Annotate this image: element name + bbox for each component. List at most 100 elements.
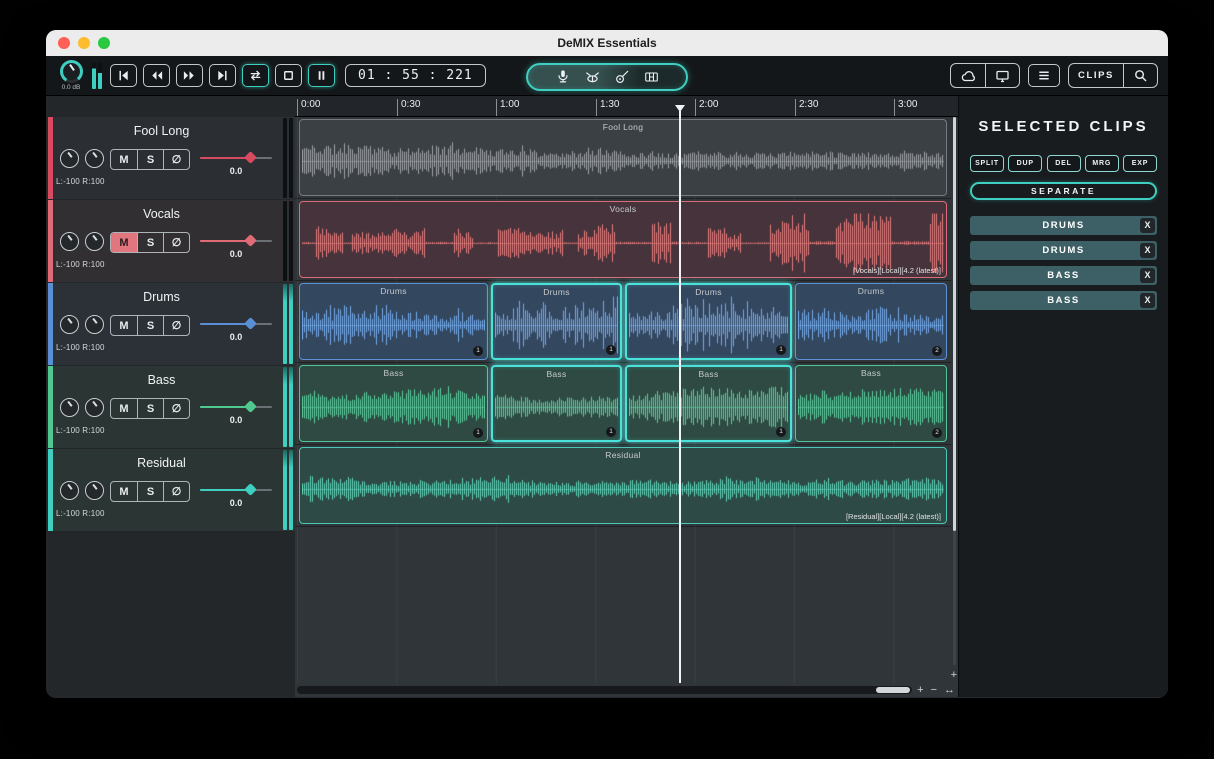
- track-header-residual[interactable]: Residual M S ∅ L:-100 R:100 0.0: [48, 449, 295, 531]
- time-display[interactable]: 01 : 55 : 221: [345, 64, 486, 87]
- timeline-ruler[interactable]: 0:00 0:30 1:00 1:30 2:00 2:30 3:00: [295, 96, 958, 117]
- duplicate-button[interactable]: DUP: [1008, 155, 1042, 172]
- remove-clip-button[interactable]: X: [1140, 218, 1155, 233]
- clip-badge[interactable]: 1: [473, 428, 483, 438]
- drums-icon[interactable]: [584, 69, 601, 85]
- remove-clip-button[interactable]: X: [1140, 243, 1155, 258]
- clip-badge[interactable]: 1: [606, 345, 616, 355]
- menu-button[interactable]: [1028, 64, 1060, 87]
- solo-button[interactable]: S: [137, 316, 163, 335]
- horizontal-scrollbar-thumb[interactable]: [876, 687, 910, 693]
- volume-slider[interactable]: [200, 236, 272, 246]
- clip-badge[interactable]: 2: [932, 346, 942, 356]
- slider-thumb[interactable]: [244, 317, 257, 330]
- track-header-vocals[interactable]: Vocals M S ∅ L:-100 R:100 0.0: [48, 200, 295, 282]
- volume-slider[interactable]: [200, 485, 272, 495]
- delete-button[interactable]: DEL: [1047, 155, 1081, 172]
- minimize-window-button[interactable]: [78, 37, 90, 49]
- search-icon[interactable]: [1123, 64, 1157, 87]
- mute-button[interactable]: M: [111, 150, 137, 169]
- horizontal-scrollbar[interactable]: [297, 686, 912, 694]
- pause-button[interactable]: [308, 64, 335, 87]
- audio-clip[interactable]: Drums 1: [299, 283, 488, 360]
- remove-clip-button[interactable]: X: [1140, 293, 1155, 308]
- zoom-fit-button[interactable]: ↔: [944, 684, 955, 696]
- close-window-button[interactable]: [58, 37, 70, 49]
- pan-knob[interactable]: [85, 232, 104, 251]
- export-button[interactable]: EXP: [1123, 155, 1157, 172]
- phase-button[interactable]: ∅: [163, 316, 189, 335]
- mute-button[interactable]: M: [111, 399, 137, 418]
- track-header-drums[interactable]: Drums M S ∅ L:-100 R:100 0.0: [48, 283, 295, 365]
- zoom-in-button[interactable]: +: [917, 684, 923, 696]
- pan-knob[interactable]: [85, 481, 104, 500]
- volume-slider[interactable]: [200, 153, 272, 163]
- skip-to-end-button[interactable]: [209, 64, 236, 87]
- audio-clip[interactable]: Vocals [Vocals][Local][4.2 (latest)]: [299, 201, 947, 278]
- master-gain-knob[interactable]: [60, 60, 83, 83]
- guitar-icon[interactable]: [614, 69, 630, 85]
- zoom-out-button[interactable]: −: [931, 684, 937, 696]
- audio-clip[interactable]: Bass 1: [625, 365, 792, 442]
- audio-clip[interactable]: Drums 1: [625, 283, 792, 360]
- solo-button[interactable]: S: [137, 150, 163, 169]
- phase-button[interactable]: ∅: [163, 399, 189, 418]
- audio-clip[interactable]: Bass 1: [491, 365, 622, 442]
- audio-clip[interactable]: Fool Long: [299, 119, 947, 196]
- audio-clip[interactable]: Drums 1: [491, 283, 622, 360]
- slider-thumb[interactable]: [244, 234, 257, 247]
- pan-knob[interactable]: [85, 398, 104, 417]
- selected-clip-item[interactable]: BASS X: [970, 266, 1157, 285]
- playhead[interactable]: [679, 106, 681, 683]
- merge-button[interactable]: MRG: [1085, 155, 1119, 172]
- solo-button[interactable]: S: [137, 482, 163, 501]
- phase-button[interactable]: ∅: [163, 233, 189, 252]
- slider-thumb[interactable]: [244, 483, 257, 496]
- volume-slider[interactable]: [200, 319, 272, 329]
- piano-icon[interactable]: [643, 69, 660, 85]
- audio-clip[interactable]: Bass 1: [299, 365, 488, 442]
- mute-button[interactable]: M: [111, 316, 137, 335]
- separate-button[interactable]: SEPARATE: [970, 182, 1157, 200]
- vertical-scrollbar[interactable]: [953, 117, 956, 665]
- zoom-window-button[interactable]: [98, 37, 110, 49]
- gain-knob[interactable]: [60, 315, 79, 334]
- audio-clip[interactable]: Residual [Residual][Local][4.2 (latest)]: [299, 447, 947, 524]
- mute-button[interactable]: M: [111, 233, 137, 252]
- clip-badge[interactable]: 1: [606, 427, 616, 437]
- monitor-icon[interactable]: [985, 64, 1019, 87]
- clip-badge[interactable]: 1: [776, 427, 786, 437]
- gain-knob[interactable]: [60, 232, 79, 251]
- vertical-scrollbar-thumb[interactable]: [953, 117, 956, 531]
- clips-button[interactable]: CLIPS: [1069, 64, 1123, 87]
- slider-thumb[interactable]: [244, 151, 257, 164]
- clip-badge[interactable]: 1: [776, 345, 786, 355]
- track-header-bass[interactable]: Bass M S ∅ L:-100 R:100 0.0: [48, 366, 295, 448]
- loop-button[interactable]: [242, 64, 269, 87]
- gain-knob[interactable]: [60, 149, 79, 168]
- phase-button[interactable]: ∅: [163, 150, 189, 169]
- pan-knob[interactable]: [85, 315, 104, 334]
- selected-clip-item[interactable]: DRUMS X: [970, 241, 1157, 260]
- cloud-icon[interactable]: [951, 64, 985, 87]
- gain-knob[interactable]: [60, 481, 79, 500]
- selected-clip-item[interactable]: DRUMS X: [970, 216, 1157, 235]
- mute-button[interactable]: M: [111, 482, 137, 501]
- stop-button[interactable]: [275, 64, 302, 87]
- microphone-icon[interactable]: [555, 69, 571, 85]
- audio-clip[interactable]: Bass 2: [795, 365, 947, 442]
- vertical-zoom-in-button[interactable]: +: [951, 669, 957, 681]
- remove-clip-button[interactable]: X: [1140, 268, 1155, 283]
- slider-thumb[interactable]: [244, 400, 257, 413]
- volume-slider[interactable]: [200, 402, 272, 412]
- gain-knob[interactable]: [60, 398, 79, 417]
- rewind-button[interactable]: [143, 64, 170, 87]
- clip-badge[interactable]: 2: [932, 428, 942, 438]
- fast-forward-button[interactable]: [176, 64, 203, 87]
- selected-clip-item[interactable]: BASS X: [970, 291, 1157, 310]
- phase-button[interactable]: ∅: [163, 482, 189, 501]
- solo-button[interactable]: S: [137, 399, 163, 418]
- audio-clip[interactable]: Drums 2: [795, 283, 947, 360]
- split-button[interactable]: SPLIT: [970, 155, 1004, 172]
- clip-badge[interactable]: 1: [473, 346, 483, 356]
